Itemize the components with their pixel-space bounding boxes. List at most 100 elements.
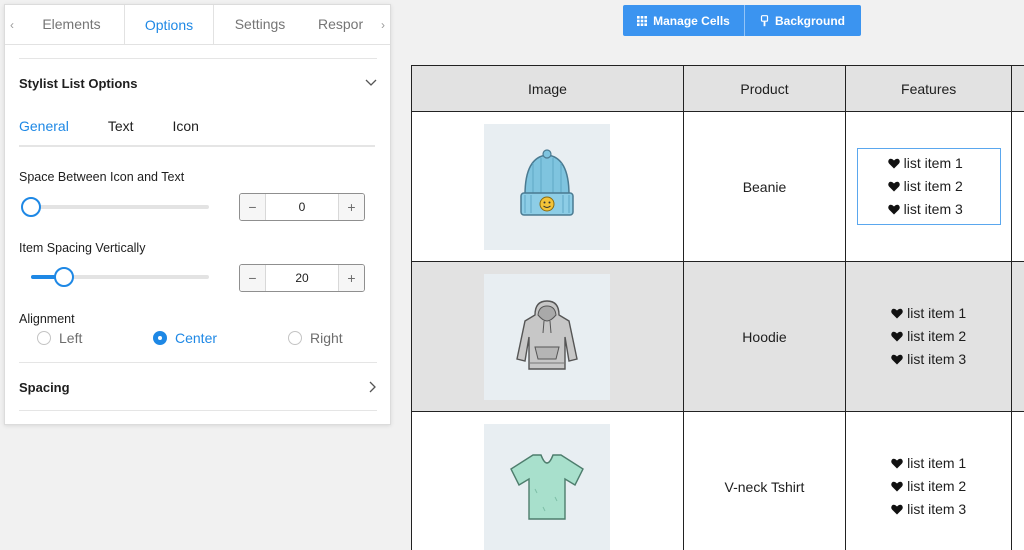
- item-spacing-stepper: − 20 +: [239, 264, 365, 292]
- list-item-text: list item 2: [903, 178, 963, 194]
- section-stylist-list-options[interactable]: Stylist List Options: [19, 60, 377, 106]
- chevron-down-icon: [365, 79, 377, 86]
- image-cell[interactable]: [411, 261, 684, 412]
- tabs-scroll-left-icon[interactable]: ‹: [5, 5, 19, 44]
- tab-settings[interactable]: Settings: [214, 5, 306, 44]
- features-cell[interactable]: list item 1 list item 2 list item 3: [845, 411, 1013, 550]
- list-item: list item 3: [891, 351, 966, 368]
- radio-dot: [37, 331, 51, 345]
- tshirt-icon: [510, 453, 585, 520]
- heart-icon: [891, 331, 903, 342]
- section-title: Spacing: [19, 379, 70, 395]
- manage-cells-label: Manage Cells: [653, 13, 730, 28]
- list-item: list item 2: [887, 178, 963, 195]
- heart-icon: [887, 158, 900, 169]
- background-button[interactable]: Background: [745, 5, 860, 36]
- product-name-cell[interactable]: Hoodie: [682, 261, 847, 412]
- image-cell[interactable]: [411, 111, 684, 262]
- radio-dot: [153, 331, 167, 345]
- radio-label: Center: [175, 330, 218, 346]
- decrement-button[interactable]: −: [240, 194, 266, 220]
- item-spacing-slider[interactable]: [19, 265, 209, 289]
- alignment-label: Alignment: [19, 312, 75, 326]
- heart-icon: [887, 181, 900, 192]
- space-between-value[interactable]: 0: [266, 194, 338, 220]
- divider: [19, 410, 377, 411]
- stylist-list[interactable]: list item 1 list item 2 list item 3: [859, 449, 998, 524]
- subtab-general[interactable]: General: [19, 117, 69, 145]
- panel-tabs: ‹ Elements Options Settings Respor ›: [5, 5, 390, 45]
- alignment-right-radio[interactable]: Right: [288, 330, 343, 346]
- subtab-icon[interactable]: Icon: [173, 117, 199, 145]
- header-product[interactable]: Product: [682, 65, 847, 112]
- header-extra[interactable]: [1011, 65, 1024, 112]
- brush-icon: [760, 14, 769, 26]
- divider: [19, 58, 377, 59]
- list-item: list item 1: [891, 455, 966, 472]
- tab-options[interactable]: Options: [124, 5, 214, 44]
- list-item: list item 2: [891, 478, 966, 495]
- cell-toolbar: Manage Cells Background: [623, 5, 861, 36]
- space-between-label: Space Between Icon and Text: [19, 170, 185, 184]
- item-spacing-label: Item Spacing Vertically: [19, 241, 146, 255]
- alignment-center-radio[interactable]: Center: [153, 330, 217, 346]
- image-cell[interactable]: [411, 411, 684, 550]
- alignment-left-radio[interactable]: Left: [37, 330, 82, 346]
- table-row: Beanie list item 1 list item 2 list item…: [411, 111, 1024, 262]
- list-item: list item 1: [887, 155, 963, 172]
- list-item-text: list item 2: [907, 478, 967, 494]
- slider-thumb[interactable]: [54, 267, 74, 287]
- extra-cell[interactable]: [1011, 111, 1024, 262]
- subtabs: General Text Icon: [19, 117, 375, 147]
- table-row: Hoodie list item 1 list item 2 list item…: [411, 261, 1024, 412]
- extra-cell[interactable]: [1011, 261, 1024, 412]
- list-item: list item 3: [891, 501, 966, 518]
- product-name-cell[interactable]: V-neck Tshirt: [682, 411, 847, 550]
- tabs-scroll-right-icon[interactable]: ›: [376, 5, 390, 44]
- slider-track: [31, 205, 209, 209]
- grid-icon: [637, 15, 648, 26]
- header-image[interactable]: Image: [411, 65, 684, 112]
- divider: [19, 362, 377, 363]
- space-between-slider[interactable]: [19, 195, 209, 219]
- chevron-right-icon: [369, 381, 376, 393]
- section-title: Stylist List Options: [19, 75, 138, 91]
- space-between-stepper: − 0 +: [239, 193, 365, 221]
- radio-label: Left: [59, 330, 83, 346]
- features-cell[interactable]: list item 1 list item 2 list item 3: [845, 111, 1013, 262]
- radio-dot: [288, 331, 302, 345]
- increment-button[interactable]: +: [338, 265, 364, 291]
- list-item: list item 1: [891, 305, 966, 322]
- tab-responsive[interactable]: Respor: [306, 5, 376, 44]
- beanie-icon: [520, 148, 575, 216]
- slider-thumb[interactable]: [21, 197, 41, 217]
- alignment-radio-group: Left Center Right: [37, 330, 377, 350]
- product-image: [484, 273, 611, 400]
- product-image: [484, 123, 611, 250]
- list-item: list item 2: [891, 328, 966, 345]
- subtab-text[interactable]: Text: [108, 117, 134, 145]
- stylist-list[interactable]: list item 1 list item 2 list item 3: [856, 148, 1001, 225]
- increment-button[interactable]: +: [338, 194, 364, 220]
- heart-icon: [887, 204, 900, 215]
- item-spacing-value[interactable]: 20: [266, 265, 338, 291]
- list-item-text: list item 3: [907, 351, 967, 367]
- features-cell[interactable]: list item 1 list item 2 list item 3: [845, 261, 1013, 412]
- stylist-list[interactable]: list item 1 list item 2 list item 3: [859, 299, 998, 374]
- manage-cells-button[interactable]: Manage Cells: [623, 5, 745, 36]
- list-item-text: list item 2: [907, 328, 967, 344]
- hoodie-icon: [516, 299, 579, 370]
- heart-icon: [891, 354, 903, 365]
- tab-elements[interactable]: Elements: [19, 5, 124, 44]
- list-item-text: list item 3: [907, 501, 967, 517]
- extra-cell[interactable]: [1011, 411, 1024, 550]
- list-item-text: list item 3: [903, 201, 963, 217]
- product-image: [484, 423, 611, 550]
- heart-icon: [891, 504, 903, 515]
- product-name-cell[interactable]: Beanie: [682, 111, 847, 262]
- app-root: ‹ Elements Options Settings Respor › Sty…: [0, 0, 1024, 550]
- header-features[interactable]: Features: [845, 65, 1013, 112]
- list-item-text: list item 1: [903, 155, 963, 171]
- decrement-button[interactable]: −: [240, 265, 266, 291]
- section-spacing[interactable]: Spacing: [19, 364, 377, 410]
